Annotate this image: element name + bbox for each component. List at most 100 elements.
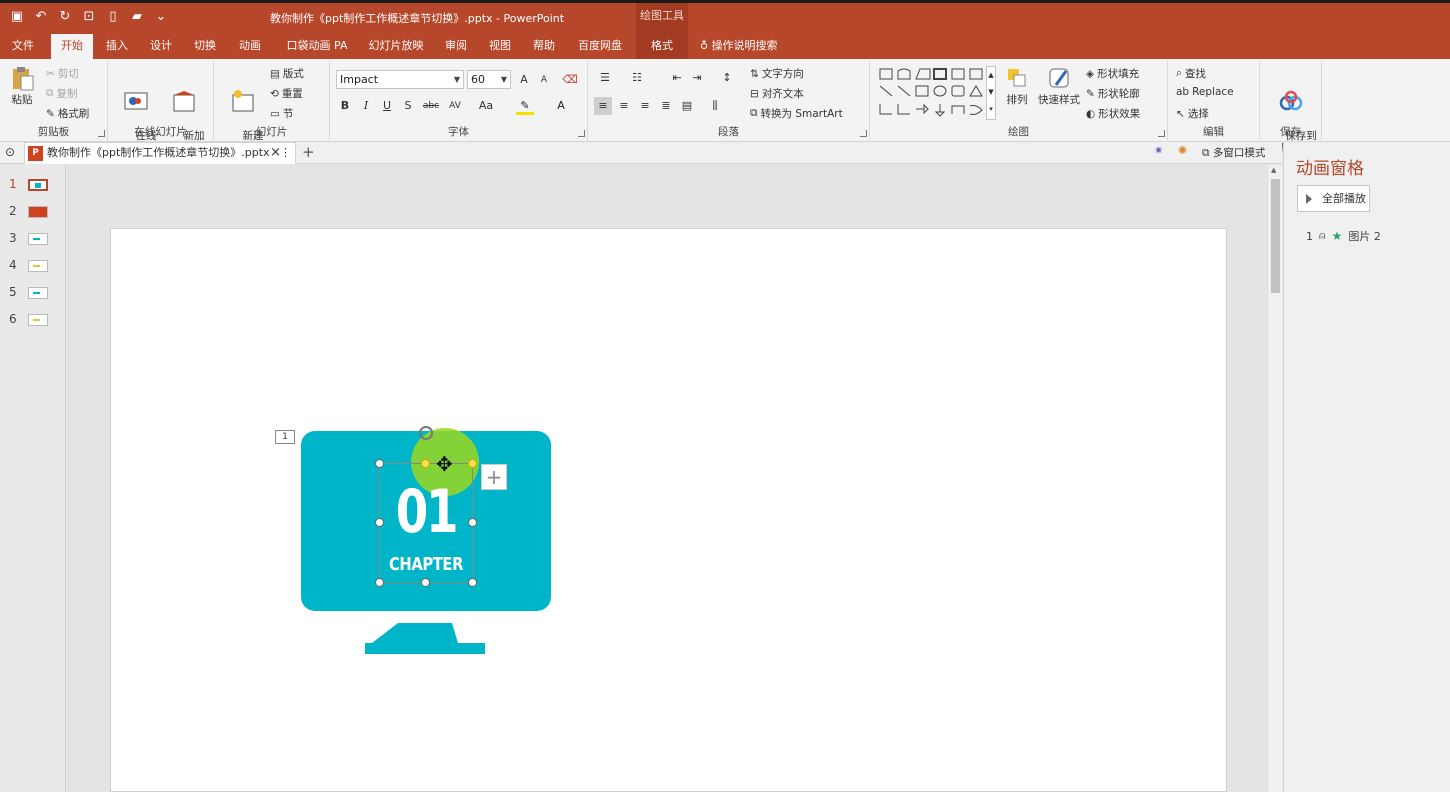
shape-outline-button[interactable]: ✎ 形状轮廓 xyxy=(1086,86,1140,101)
quick-styles-button[interactable]: 快速样式 xyxy=(1036,65,1082,106)
tell-me-search[interactable]: ♁ 操作说明搜索 xyxy=(700,34,796,59)
scrollbar-thumb[interactable] xyxy=(1271,179,1280,293)
bold-button[interactable]: B xyxy=(336,97,354,115)
columns-icon[interactable]: ⫼ xyxy=(706,97,724,115)
animation-list-item[interactable]: 1 ⍝ ★ 图片 2 xyxy=(1306,228,1381,244)
tab-home[interactable]: 开始 xyxy=(51,34,93,59)
find-button[interactable]: ⌕ 查找 xyxy=(1176,66,1206,81)
resize-handle-right[interactable] xyxy=(468,518,477,527)
undo-icon[interactable]: ↶ xyxy=(32,8,50,26)
strikethrough-button[interactable]: abc xyxy=(420,97,442,115)
resize-handle-bottom[interactable] xyxy=(421,578,430,587)
tab-slideshow[interactable]: 幻灯片放映 xyxy=(364,34,428,59)
settings-gear-icon[interactable]: ✺ xyxy=(1178,144,1187,157)
font-size-select[interactable]: 60 ▼ xyxy=(467,70,511,89)
tab-format[interactable]: 格式 xyxy=(636,34,688,59)
increase-indent-icon[interactable]: ⇥ xyxy=(688,69,706,87)
layout-options-button[interactable]: + xyxy=(481,464,507,490)
play-all-button[interactable]: 全部播放 xyxy=(1297,185,1370,212)
clear-format-icon[interactable]: ⌫ xyxy=(561,71,579,89)
tab-baidu-netdisk[interactable]: 百度网盘 xyxy=(571,34,629,59)
section-button[interactable]: ▭ 节 xyxy=(270,106,293,121)
rotate-handle-icon[interactable] xyxy=(419,426,433,440)
font-name-select[interactable]: Impact ▼ xyxy=(336,70,464,89)
scroll-up-icon[interactable]: ▲ xyxy=(1271,166,1276,174)
bullets-icon[interactable]: ☰ xyxy=(596,69,614,87)
shapes-gallery[interactable] xyxy=(878,66,990,120)
reset-button[interactable]: ⟲ 重置 xyxy=(270,86,303,101)
shape-effects-button[interactable]: ◐ 形状效果 xyxy=(1086,106,1140,121)
tab-insert[interactable]: 插入 xyxy=(98,34,136,59)
line-spacing-icon[interactable]: ↕ xyxy=(718,69,736,87)
tab-design[interactable]: 设计 xyxy=(142,34,180,59)
redo-icon[interactable]: ↻ xyxy=(56,8,74,26)
format-painter-button[interactable]: ✎ 格式刷 xyxy=(46,106,89,121)
convert-smartart-button[interactable]: ⧉ 转换为 SmartArt xyxy=(750,106,843,121)
grow-font-button[interactable]: A xyxy=(515,71,533,89)
resize-handle-bl[interactable] xyxy=(375,578,384,587)
justify-icon[interactable]: ≣ xyxy=(657,97,675,115)
shapes-scroll[interactable]: ▲ ▼ ▾ xyxy=(986,66,996,120)
magic-icon[interactable]: ✷ xyxy=(1154,144,1163,157)
new-file-icon[interactable]: ▯ xyxy=(104,8,122,26)
resize-handle-tl[interactable] xyxy=(375,459,384,468)
tab-nav-icon[interactable]: ⊙ xyxy=(5,145,15,159)
change-case-button[interactable]: Aa xyxy=(475,97,497,115)
selected-picture-frame[interactable]: 01 CHAPTER xyxy=(379,463,473,583)
arrange-button[interactable]: 排列 xyxy=(1000,65,1034,106)
paragraph-launcher[interactable] xyxy=(860,130,867,137)
vertical-scrollbar[interactable]: ▲ xyxy=(1267,165,1282,792)
layout-button[interactable]: ▤ 版式 xyxy=(270,66,304,81)
tab-transitions[interactable]: 切换 xyxy=(186,34,224,59)
tab-menu-icon[interactable]: ⋮ xyxy=(280,143,291,163)
char-spacing-button[interactable]: AV xyxy=(444,97,466,115)
slide[interactable] xyxy=(110,228,1227,792)
shadow-button[interactable]: S xyxy=(399,97,417,115)
add-tab-icon[interactable]: + xyxy=(302,143,315,161)
slide-thumb-5[interactable]: 5 xyxy=(0,283,66,303)
underline-button[interactable]: U xyxy=(378,97,396,115)
numbering-icon[interactable]: ☷ xyxy=(628,69,646,87)
save-icon[interactable]: ▣ xyxy=(8,8,26,26)
tab-animations[interactable]: 动画 xyxy=(231,34,269,59)
slide-thumb-6[interactable]: 6 xyxy=(0,310,66,330)
font-color-icon[interactable]: A xyxy=(552,97,570,115)
select-button[interactable]: ↖ 选择 xyxy=(1176,106,1209,121)
cut-button[interactable]: ✂ 剪切 xyxy=(46,66,79,81)
clipboard-launcher[interactable] xyxy=(98,130,105,137)
slide-thumb-4[interactable]: 4 xyxy=(0,256,66,276)
align-text-button[interactable]: ⊟ 对齐文本 xyxy=(750,86,804,101)
align-left-icon[interactable]: ≡ xyxy=(594,97,612,115)
resize-handle-tr[interactable] xyxy=(468,459,477,468)
distributed-icon[interactable]: ▤ xyxy=(678,97,696,115)
decrease-indent-icon[interactable]: ⇤ xyxy=(668,69,686,87)
tab-pocket-animation[interactable]: 口袋动画 PA xyxy=(280,34,354,59)
copy-button[interactable]: ⧉ 复制 xyxy=(46,86,78,101)
slide-thumb-3[interactable]: 3 xyxy=(0,229,66,249)
replace-button[interactable]: ab Replace xyxy=(1176,86,1234,98)
customize-qat-icon[interactable]: ⌄ xyxy=(152,8,170,26)
animation-tag[interactable]: 1 xyxy=(275,430,295,444)
tab-view[interactable]: 视图 xyxy=(481,34,519,59)
shape-fill-button[interactable]: ◈ 形状填充 xyxy=(1086,66,1139,81)
tab-help[interactable]: 帮助 xyxy=(525,34,563,59)
font-launcher[interactable] xyxy=(578,130,585,137)
italic-button[interactable]: I xyxy=(357,97,375,115)
tab-file[interactable]: 文件 xyxy=(4,34,42,59)
drawing-launcher[interactable] xyxy=(1158,130,1165,137)
align-center-icon[interactable]: ≡ xyxy=(615,97,633,115)
resize-handle-left[interactable] xyxy=(375,518,384,527)
resize-handle-top[interactable] xyxy=(421,459,430,468)
multi-window-button[interactable]: ⧉ 多窗口模式 xyxy=(1202,145,1265,160)
document-tab[interactable]: P 教你制作《ppt制作工作概述章节切换》.pptx × ⋮ xyxy=(24,142,296,164)
shrink-font-button[interactable]: A xyxy=(535,71,553,89)
text-direction-button[interactable]: ⇅ 文字方向 xyxy=(750,66,804,81)
open-folder-icon[interactable]: ▰ xyxy=(128,8,146,26)
paste-button[interactable]: 粘贴 xyxy=(6,65,38,106)
highlight-color-icon[interactable]: ✎ xyxy=(516,97,534,115)
start-slideshow-icon[interactable]: ⊡ xyxy=(80,8,98,26)
slide-thumb-1[interactable]: 1 xyxy=(0,175,66,195)
resize-handle-br[interactable] xyxy=(468,578,477,587)
slide-thumb-2[interactable]: 2 xyxy=(0,202,66,222)
tab-review[interactable]: 审阅 xyxy=(437,34,475,59)
